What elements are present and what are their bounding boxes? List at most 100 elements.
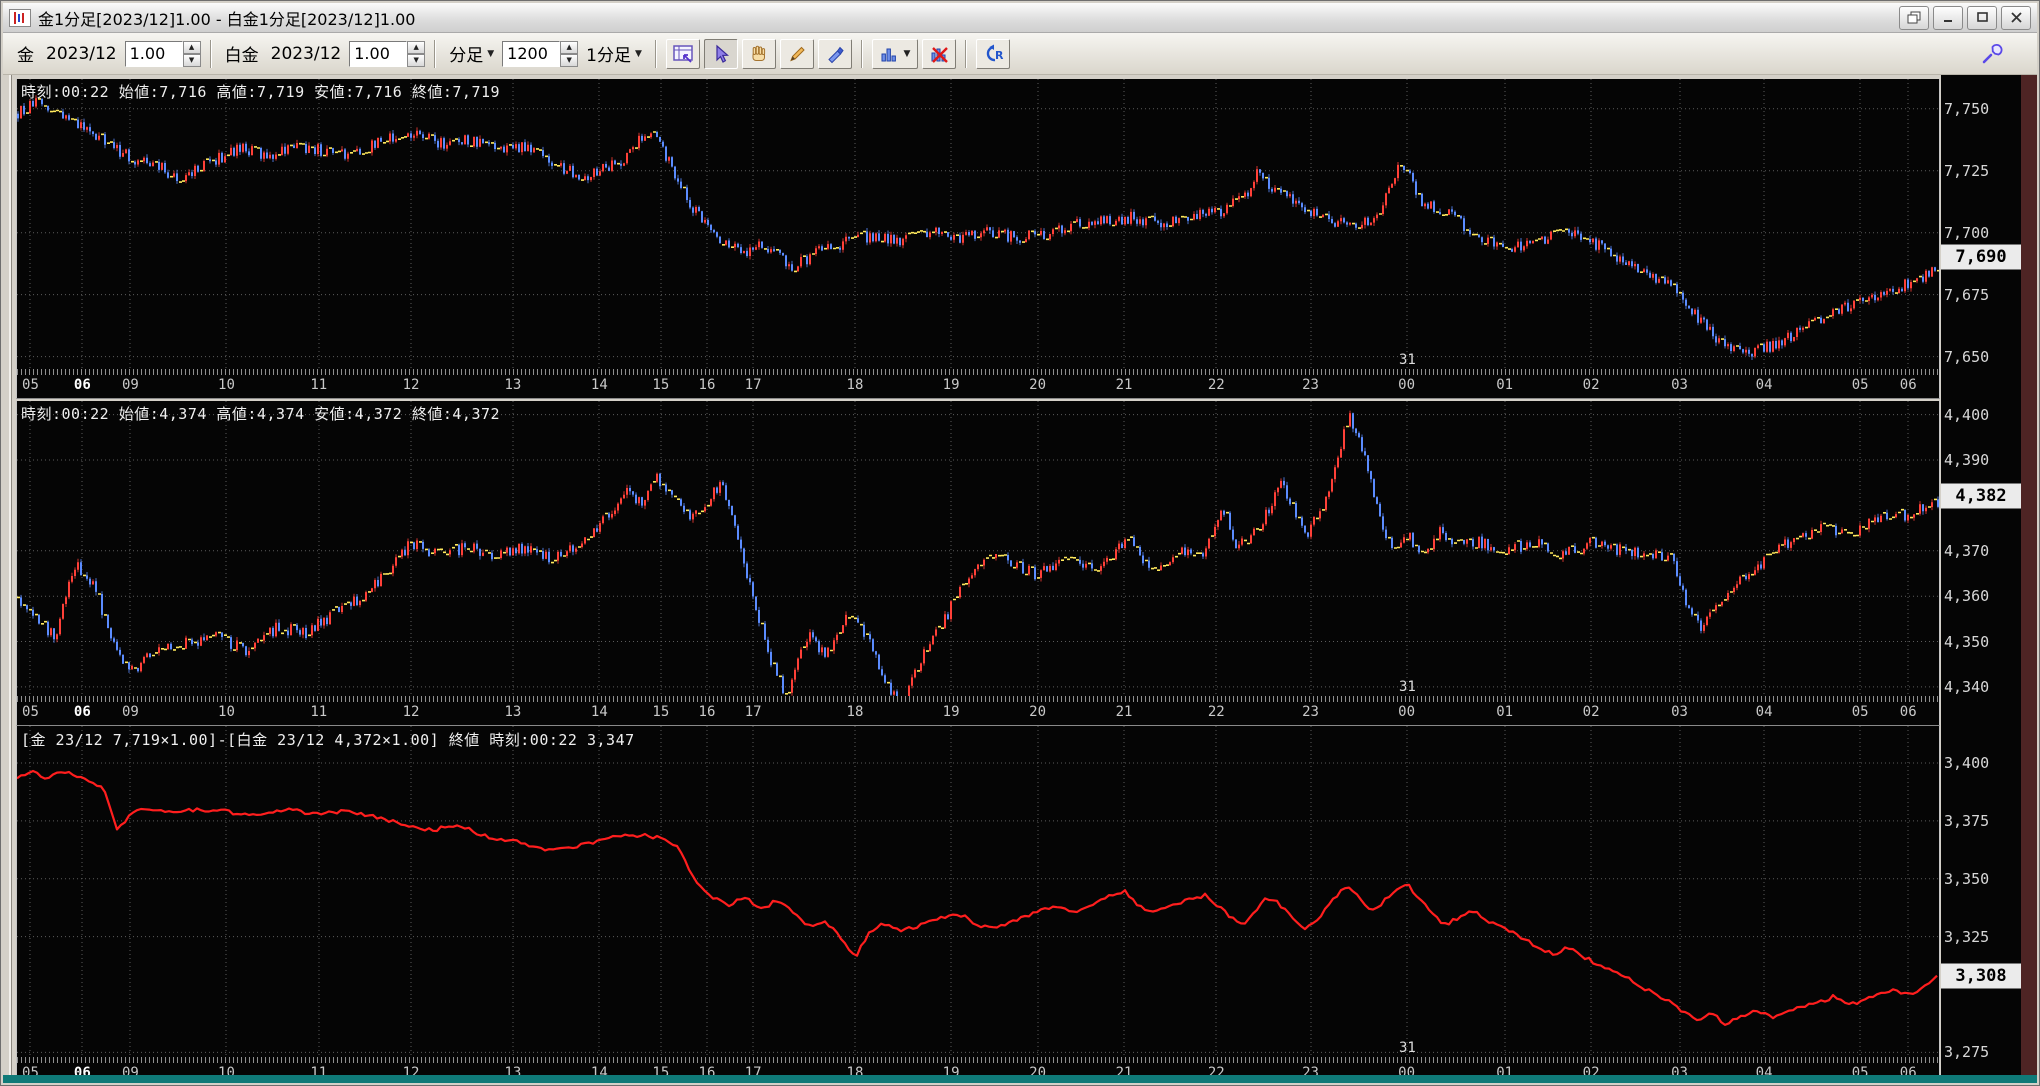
price-tick-label: 4,390: [1944, 451, 1990, 469]
gold-multiplier-spinner: ▲ ▼: [124, 40, 201, 67]
time-tick-label: 02: [1582, 704, 1600, 720]
close-button[interactable]: [2001, 5, 2031, 30]
time-tick-label: 04: [1755, 704, 1773, 720]
draw-line-button[interactable]: [779, 38, 814, 69]
cursor-icon: [716, 44, 729, 63]
right-accent-strip: [2021, 75, 2037, 1081]
time-tick-label: 03: [1671, 704, 1688, 720]
title-bar: 金1分足[2023/12]1.00 - 白金1分足[2023/12]1.00: [3, 3, 2037, 33]
interval-dropdown[interactable]: 1分足 ▼: [586, 41, 642, 66]
time-tick-label: 05: [1851, 377, 1869, 393]
marker-icon: [828, 46, 844, 63]
clear-indicator-button[interactable]: [921, 38, 956, 69]
spread-line-chart[interactable]: 31: [16, 726, 1940, 1057]
time-tick-label: 06: [1899, 704, 1917, 720]
bar-chart-icon: [881, 48, 897, 61]
cascade-windows-button[interactable]: [1899, 5, 1929, 30]
platinum-ohlc-info: 時刻:00:22 始値:4,374 高値:4,374 安値:4,372 終値:4…: [21, 405, 501, 423]
time-tick-label: 10: [218, 377, 235, 393]
cursor-tool-button[interactable]: [703, 38, 738, 69]
time-tick-label: 21: [1115, 377, 1133, 393]
price-tick-label: 4,340: [1944, 677, 1990, 696]
bottom-accent-strip: [3, 1075, 2037, 1083]
time-tick-label: 01: [1496, 704, 1514, 720]
time-tick-label: 10: [218, 704, 235, 720]
price-tick-label: 4,370: [1944, 541, 1990, 560]
gold-ohlc-info: 時刻:00:22 始値:7,716 高値:7,719 安値:7,716 終値:7…: [21, 83, 501, 101]
toolbar: 金 2023/12 ▲ ▼ 白金 2023/12 ▲ ▼ 分足 ▼ ▲: [3, 33, 2037, 75]
spin-up-icon[interactable]: ▲: [560, 40, 579, 54]
bar-count-spinner: ▲ ▼: [502, 40, 579, 67]
toolbar-separator: [209, 39, 212, 68]
minimize-button[interactable]: [1933, 5, 1963, 30]
last-price-badge: 7,690: [1941, 244, 2021, 271]
price-tick-label: 7,675: [1944, 285, 1990, 304]
time-tick-label: 09: [121, 704, 139, 720]
svg-text:R: R: [995, 49, 1004, 62]
time-tick-label: 05: [1851, 704, 1869, 720]
time-tick-label: 23: [1302, 377, 1319, 393]
platinum-multiplier-spinner: ▲ ▼: [349, 40, 426, 67]
data-window-button[interactable]: [665, 38, 700, 69]
time-tick-label: 16: [698, 377, 716, 393]
time-tick-label: 18: [846, 377, 864, 393]
indicator-button[interactable]: ▼: [871, 38, 918, 69]
toolbar-separator: [860, 39, 863, 68]
date-label: 31: [1399, 1040, 1416, 1056]
time-tick-label: 12: [402, 704, 420, 720]
platinum-multiplier-input[interactable]: [349, 40, 408, 67]
reset-icon: R: [986, 44, 1004, 62]
last-price-badge: 4,382: [1941, 483, 2021, 510]
time-tick-label: 13: [504, 704, 522, 720]
reload-chart-button[interactable]: R: [975, 38, 1010, 69]
toolbar-separator: [964, 39, 967, 68]
price-tick-label: 3,325: [1944, 927, 1990, 946]
window-left-border: [3, 75, 15, 1083]
time-tick-label: 12: [402, 377, 420, 393]
time-tick-label: 22: [1207, 377, 1225, 393]
time-tick-label: 05: [22, 377, 39, 393]
settings-wrench-button[interactable]: [1975, 39, 2009, 69]
bar-type-dropdown[interactable]: 分足 ▼: [449, 41, 494, 66]
price-tick-label: 7,700: [1944, 223, 1990, 242]
gold-multiplier-input[interactable]: [124, 40, 183, 67]
date-label: 31: [1399, 352, 1416, 368]
time-tick-label: 06: [73, 377, 91, 393]
spin-down-icon[interactable]: ▼: [560, 53, 579, 67]
price-tick-label: 7,725: [1944, 161, 1990, 180]
price-tick-label: 3,350: [1944, 869, 1990, 888]
app-window: 金1分足[2023/12]1.00 - 白金1分足[2023/12]1.00 金…: [0, 0, 2040, 1086]
price-tick-label: 3,275: [1944, 1043, 1990, 1062]
pencil-icon: [790, 46, 805, 61]
platinum-candlestick-chart[interactable]: 31: [16, 401, 1940, 696]
time-tick-label: 20: [1029, 377, 1046, 393]
gold-candlestick-chart[interactable]: 31: [16, 79, 1940, 369]
platinum-contract-label[interactable]: 2023/12: [271, 44, 342, 64]
spin-up-icon[interactable]: ▲: [182, 40, 201, 54]
spin-down-icon[interactable]: ▼: [407, 53, 426, 67]
chart-delete-icon: [931, 46, 948, 63]
time-tick-label: 11: [310, 377, 328, 393]
maximize-button[interactable]: [1967, 5, 1997, 30]
time-tick-label: 02: [1582, 377, 1600, 393]
bar-count-input[interactable]: [502, 40, 561, 67]
time-tick-label: 19: [942, 704, 960, 720]
time-tick-label: 19: [942, 377, 960, 393]
price-tick-label: 3,375: [1944, 811, 1990, 830]
time-tick-label: 15: [652, 377, 670, 393]
time-tick-label: 05: [22, 704, 39, 720]
wrench-icon: [1982, 44, 2003, 64]
chevron-down-icon: ▼: [903, 48, 911, 59]
candlestick-chart-icon: [9, 8, 31, 27]
gold-contract-label[interactable]: 2023/12: [46, 44, 117, 64]
spin-down-icon[interactable]: ▼: [182, 53, 201, 67]
price-tick-label: 4,350: [1944, 632, 1990, 651]
time-tick-label: 18: [846, 704, 864, 720]
last-price-badge: 3,308: [1941, 962, 2021, 989]
pan-tool-button[interactable]: [741, 38, 776, 69]
time-axis-row: 05 06 09 10 11 12 13 14 15 16 17 18 19 20 21 22 23 00 01 02…: [16, 696, 1940, 726]
time-tick-label: 16: [698, 704, 716, 720]
time-tick-label: 14: [590, 377, 608, 393]
spin-up-icon[interactable]: ▲: [407, 40, 426, 54]
marker-tool-button[interactable]: [817, 38, 852, 69]
